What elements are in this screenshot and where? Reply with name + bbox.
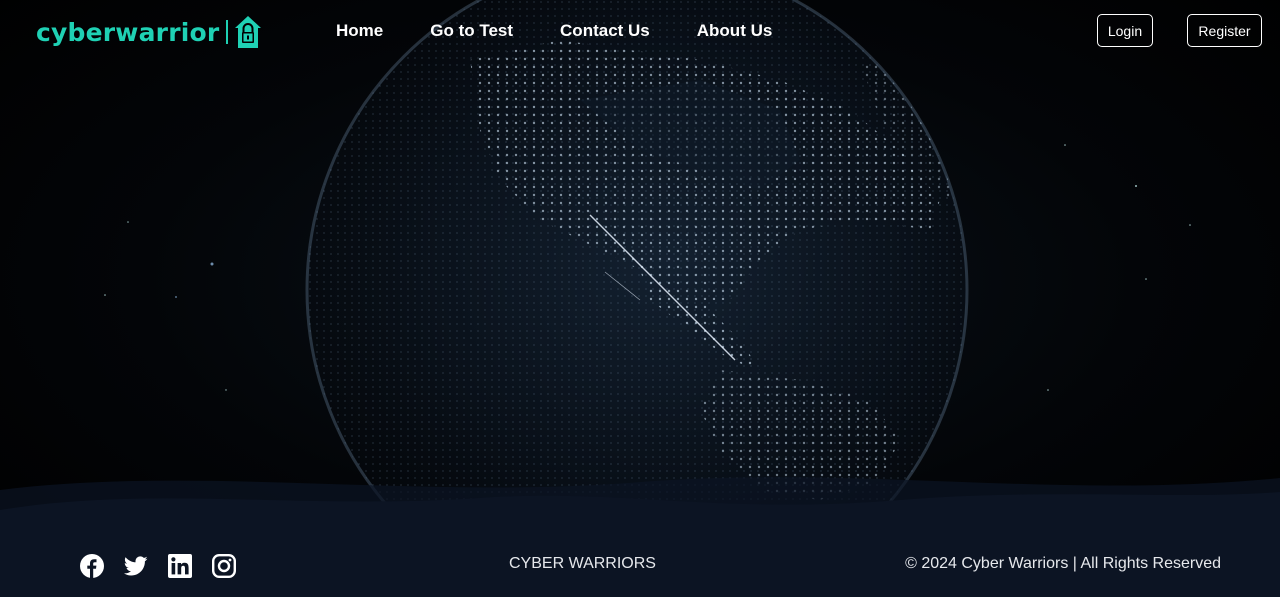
main-menu: Home Go to Test Contact Us About Us: [336, 19, 819, 43]
twitter-icon[interactable]: [124, 554, 148, 578]
brand-separator: [226, 20, 229, 44]
nav-home-link[interactable]: Home: [336, 19, 383, 43]
register-button[interactable]: Register: [1187, 14, 1262, 47]
footer-brand-text: CYBER WARRIORS: [509, 555, 656, 572]
copyright-text: © 2024 Cyber Warriors | All Rights Reser…: [905, 555, 1221, 572]
top-navbar: cyberwarrior Home Go to Test Contact Us …: [0, 0, 1280, 62]
footer: CYBER WARRIORS © 2024 Cyber Warriors | A…: [0, 540, 1280, 592]
social-links: [80, 554, 256, 578]
nav-contact-us-link[interactable]: Contact Us: [560, 19, 650, 43]
brand-name: cyberwarrior: [36, 17, 220, 47]
nav-go-to-test-link[interactable]: Go to Test: [430, 19, 513, 43]
nav-about-us-link[interactable]: About Us: [697, 19, 773, 43]
login-button[interactable]: Login: [1097, 14, 1153, 47]
instagram-icon[interactable]: [212, 554, 236, 578]
facebook-icon[interactable]: [80, 554, 104, 578]
linkedin-icon[interactable]: [168, 554, 192, 578]
lock-house-icon: [235, 16, 262, 48]
brand-logo[interactable]: cyberwarrior: [36, 14, 262, 50]
